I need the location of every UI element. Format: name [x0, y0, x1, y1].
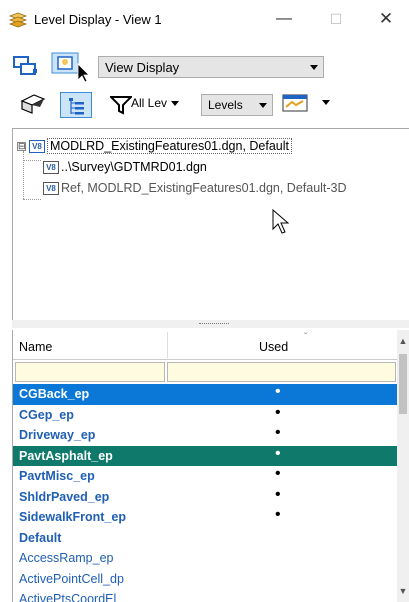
used-indicator: • — [275, 506, 281, 523]
used-indicator: • — [275, 424, 281, 441]
used-filter-field[interactable] — [167, 362, 396, 382]
filter-row — [15, 362, 396, 382]
mouse-cursor-icon — [272, 209, 290, 234]
name-filter-field[interactable] — [15, 362, 165, 382]
level-row[interactable]: ActivePtsCoordEl — [13, 589, 397, 602]
chevron-down-icon — [259, 103, 267, 108]
level-row[interactable]: CGBack_ep • — [13, 383, 397, 405]
level-name: AccessRamp_ep — [19, 551, 114, 565]
file-tree: ⊟ V8 MODLRD_ExistingFeatures01.dgn, Defaul… — [12, 128, 409, 320]
tree-item-label: ..\Survey\GDTMRD01.dgn — [61, 160, 207, 174]
level-name: CGBack_ep — [19, 387, 90, 401]
used-indicator: • — [275, 465, 281, 482]
level-row[interactable]: AccessRamp_ep — [13, 548, 397, 569]
title-bar: Level Display - View 1 — ☐ ✕ — [0, 0, 409, 38]
level-list: Name Used ˇ CGBack_ep • CGep_ep • Driveway_e… — [12, 330, 397, 602]
used-indicator: • — [275, 383, 281, 400]
level-row[interactable]: PavtMisc_ep • — [13, 465, 397, 487]
scroll-down-icon[interactable]: ▼ — [397, 586, 409, 596]
used-indicator: • — [275, 444, 281, 462]
maximize-button[interactable]: ☐ — [318, 6, 354, 32]
display-mode-value: View Display — [105, 60, 180, 75]
v8-file-icon: V8 — [29, 140, 45, 154]
tree-item-root[interactable]: ⊟ V8 MODLRD_ExistingFeatures01.dgn, Defaul… — [17, 138, 293, 159]
chevron-down-icon — [171, 101, 180, 107]
scroll-up-icon[interactable]: ▲ — [397, 336, 409, 346]
level-list-header: Name Used ˇ — [13, 330, 397, 360]
v8-file-icon: V8 — [43, 161, 59, 175]
level-name: Driveway_ep — [19, 428, 96, 442]
used-indicator: • — [275, 485, 281, 503]
set-active-level-icon[interactable] — [50, 50, 94, 84]
display-mode-select[interactable]: View Display — [98, 56, 324, 78]
filter-select[interactable]: All Lev — [131, 96, 180, 110]
levels-menu-button[interactable]: Levels — [201, 94, 273, 116]
level-name: Default — [19, 530, 62, 545]
sort-indicator-icon: ˇ — [304, 332, 308, 343]
level-row[interactable]: ActivePointCell_dp — [13, 569, 397, 590]
level-row[interactable]: SidewalkFront_ep • — [13, 506, 397, 528]
level-row[interactable]: PavtAsphalt_ep • — [13, 444, 397, 466]
level-name: PavtMisc_ep — [19, 469, 95, 483]
levels-menu-label: Levels — [208, 98, 243, 112]
column-header-name[interactable]: Name — [19, 340, 52, 354]
level-toolbar: All Lev Levels — [0, 88, 409, 120]
levels-app-icon — [8, 12, 28, 28]
view-display-icon[interactable] — [12, 54, 40, 78]
filter-funnel-icon[interactable] — [110, 95, 132, 115]
level-display-preview-icon[interactable] — [282, 93, 316, 115]
level-row[interactable]: Driveway_ep • — [13, 424, 397, 446]
tree-list-icon — [69, 98, 84, 115]
level-name: SidewalkFront_ep — [19, 510, 126, 524]
level-rows: CGBack_ep • CGep_ep • Driveway_ep • PavtAsphal… — [13, 383, 397, 602]
tree-item-attachment[interactable]: V8 Ref, MODLRD_ExistingFeatures01.dgn, De… — [43, 181, 347, 201]
level-row[interactable]: CGep_ep • — [13, 403, 397, 426]
scroll-thumb[interactable] — [399, 354, 407, 414]
level-row[interactable]: ShldrPaved_ep • — [13, 485, 397, 508]
collapse-icon[interactable]: ⊟ — [17, 142, 26, 152]
level-symbology-icon[interactable] — [20, 93, 46, 117]
level-name: ShldrPaved_ep — [19, 489, 110, 504]
column-header-used[interactable]: Used — [259, 340, 288, 354]
level-name: CGep_ep — [19, 407, 74, 422]
tree-item-attachment[interactable]: V8 ..\Survey\GDTMRD01.dgn — [43, 160, 207, 180]
level-name: PavtAsphalt_ep — [19, 448, 113, 463]
chevron-down-icon — [310, 65, 318, 70]
splitter-grip-icon — [199, 323, 229, 325]
used-indicator: • — [275, 403, 281, 421]
tree-item-label: Ref, MODLRD_ExistingFeatures01.dgn, Defa… — [61, 181, 347, 195]
v8-file-icon: V8 — [43, 182, 59, 196]
close-button[interactable]: ✕ — [368, 6, 404, 32]
level-row[interactable]: Default — [13, 528, 397, 549]
minimize-button[interactable]: — — [266, 6, 302, 32]
level-name: ActivePtsCoordEl — [19, 592, 117, 602]
level-name: ActivePointCell_dp — [19, 571, 124, 586]
vertical-scrollbar[interactable]: ▲ ▼ — [397, 330, 409, 602]
filter-value: All Lev — [131, 96, 168, 110]
tree-item-label: MODLRD_ExistingFeatures01.dgn, Default — [47, 138, 293, 154]
pane-splitter[interactable] — [12, 320, 409, 328]
display-toolbar: View Display — [0, 50, 409, 84]
window-title: Level Display - View 1 — [34, 12, 162, 27]
chevron-down-icon[interactable] — [322, 100, 330, 105]
tree-view-toggle[interactable] — [60, 92, 92, 118]
